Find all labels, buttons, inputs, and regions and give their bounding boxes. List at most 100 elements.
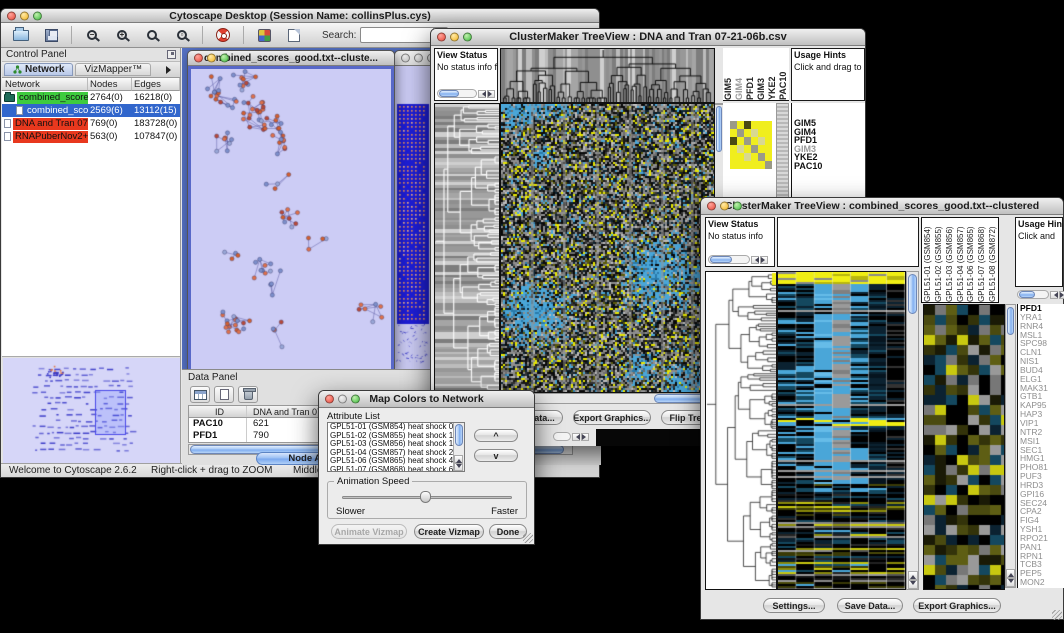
gene-label[interactable]: NTR2 [1020,428,1064,437]
gene-label[interactable]: GPI16 [1020,490,1064,499]
gene-label[interactable]: PAC10 [794,162,864,171]
close-button[interactable] [401,54,410,63]
gene-label[interactable]: TCB3 [1020,560,1064,569]
scroll-left-icon[interactable] [1050,291,1058,299]
gene-label[interactable]: CPA2 [1020,507,1064,516]
gene-label[interactable]: SEC1 [1020,446,1064,455]
zoom-button[interactable] [733,202,742,211]
vizmapper-button[interactable] [252,25,276,45]
gene-label[interactable]: VIP1 [1020,419,1064,428]
create-vizmap-button[interactable]: Create Vizmap [414,524,484,539]
gene-label[interactable]: BUD4 [1020,366,1064,375]
main-titlebar[interactable]: Cytoscape Desktop (Session Name: collins… [1,9,599,23]
tv1-column-dendrogram[interactable] [500,48,715,103]
tv2-summary-vscrollbar[interactable] [1005,304,1016,588]
annotation-button[interactable] [282,25,306,45]
scroll-up-icon[interactable] [454,455,463,463]
zoom-button[interactable] [220,54,229,63]
scroll-down-icon[interactable] [908,580,918,589]
tv1-vscrollbar[interactable] [715,103,723,105]
gene-label[interactable]: PEP5 [1020,569,1064,578]
scroll-right-icon[interactable] [581,433,589,441]
zoom-button[interactable] [351,395,360,404]
gene-label[interactable]: SPC98 [1020,339,1064,348]
network1-titlebar[interactable]: combined_scores_good.txt--cluste... [188,51,394,66]
minimize-button[interactable] [207,54,216,63]
zoom-button[interactable] [463,33,472,42]
save-session-button[interactable] [39,25,63,45]
scroll-right-icon[interactable] [760,256,768,264]
zoom-fit-button[interactable] [140,25,164,45]
column-header-edges[interactable]: Edges [132,78,180,91]
float-panel-icon[interactable] [167,50,176,59]
network-list-row[interactable]: DNA and Tran 07769(0)183728(0) [2,117,180,130]
gene-label[interactable]: CLN1 [1020,348,1064,357]
open-session-button[interactable] [9,25,33,45]
close-button[interactable] [707,202,716,211]
gene-label[interactable]: PHO81 [1020,463,1064,472]
network-list-row[interactable]: combined_sco2569(6)13112(15) [2,104,180,117]
network-list-row[interactable]: combined_scores2764(0)16218(0) [2,91,180,104]
tab-vizmapper[interactable]: VizMapper™ [75,63,151,76]
gene-label[interactable]: PUF3 [1020,472,1064,481]
tv1-heatmap[interactable] [500,103,715,393]
scroll-left-icon[interactable] [478,90,486,98]
scroll-up-icon[interactable] [908,571,918,580]
tv2-row-dendrogram[interactable] [705,271,777,590]
attribute-item[interactable]: GPL51-07 (GSM868) heat shock 60 min [328,466,453,472]
list-vscrollbar[interactable] [453,423,464,471]
close-button[interactable] [325,395,334,404]
gene-label[interactable]: SEC24 [1020,499,1064,508]
treeview1-titlebar[interactable]: ClusterMaker TreeView : DNA and Tran 07-… [431,29,865,46]
minimize-button[interactable] [450,33,459,42]
attribute-item[interactable]: GPL51-06 (GSM865) heat shock 40 min [328,457,453,466]
gene-label[interactable]: MSI1 [1020,437,1064,446]
attribute-item[interactable]: GPL51-04 (GSM857) heat shock 20 min [328,449,453,458]
save-data-button[interactable]: Save Data... [837,598,903,613]
export-graphics-button[interactable]: Export Graphics... [573,410,651,425]
gene-label[interactable]: PFD1 [1020,304,1064,313]
tv1-mini-scrollbar[interactable] [553,432,589,441]
settings-button[interactable]: Settings... [763,598,825,613]
gene-label[interactable]: YRA1 [1020,313,1064,322]
speed-slider-thumb[interactable] [420,491,431,503]
zoom-selected-button[interactable]: ▫ [170,25,194,45]
scroll-right-icon[interactable] [487,90,495,98]
gene-label[interactable]: GTB1 [1020,392,1064,401]
move-up-button[interactable]: ^ [474,429,518,442]
scroll-down-icon[interactable] [1006,578,1015,587]
tab-network[interactable]: Network [4,63,73,76]
export-graphics-button[interactable]: Export Graphics... [913,598,1001,613]
column-header-network[interactable]: Network [2,78,88,91]
minimize-button[interactable] [414,54,423,63]
attribute-item[interactable]: GPL51-02 (GSM855) heat shock 10 min [328,432,453,441]
scrollbar-thumb[interactable] [455,424,463,446]
scroll-right-icon[interactable] [1059,291,1064,299]
tv1-row-dendrogram[interactable] [434,103,500,393]
network-list-row[interactable]: RNAPuberNov2+563(0)107847(0) [2,130,180,143]
zoom-out-button[interactable]: − [80,25,104,45]
move-down-button[interactable]: v [474,449,518,462]
scrollbar-thumb[interactable] [908,274,917,314]
gene-label[interactable]: MSL1 [1020,331,1064,340]
zoom-button[interactable] [33,11,42,20]
attribute-item[interactable]: GPL51-03 (GSM856) heat shock 15 min [328,440,453,449]
scroll-left-icon[interactable] [751,256,759,264]
gene-label[interactable]: RPO21 [1020,534,1064,543]
attribute-select-button[interactable] [190,386,210,403]
done-button[interactable]: Done [489,524,527,539]
dialog-titlebar[interactable]: Map Colors to Network [319,391,534,408]
gene-label[interactable]: HMG1 [1020,454,1064,463]
gene-label[interactable]: PAN1 [1020,543,1064,552]
close-button[interactable] [437,33,446,42]
column-header-nodes[interactable]: Nodes [88,78,132,91]
tv2-summary-heatmap[interactable] [923,304,1005,590]
scroll-down-icon[interactable] [454,463,463,471]
gene-label[interactable]: YSH1 [1020,525,1064,534]
scrollbar-thumb[interactable] [716,106,722,152]
gene-label[interactable]: KAP95 [1020,401,1064,410]
view-status-scrollbar[interactable] [708,255,768,264]
tv2-column-dendrogram[interactable] [777,217,919,267]
gene-label[interactable]: MAK31 [1020,384,1064,393]
close-button[interactable] [7,11,16,20]
